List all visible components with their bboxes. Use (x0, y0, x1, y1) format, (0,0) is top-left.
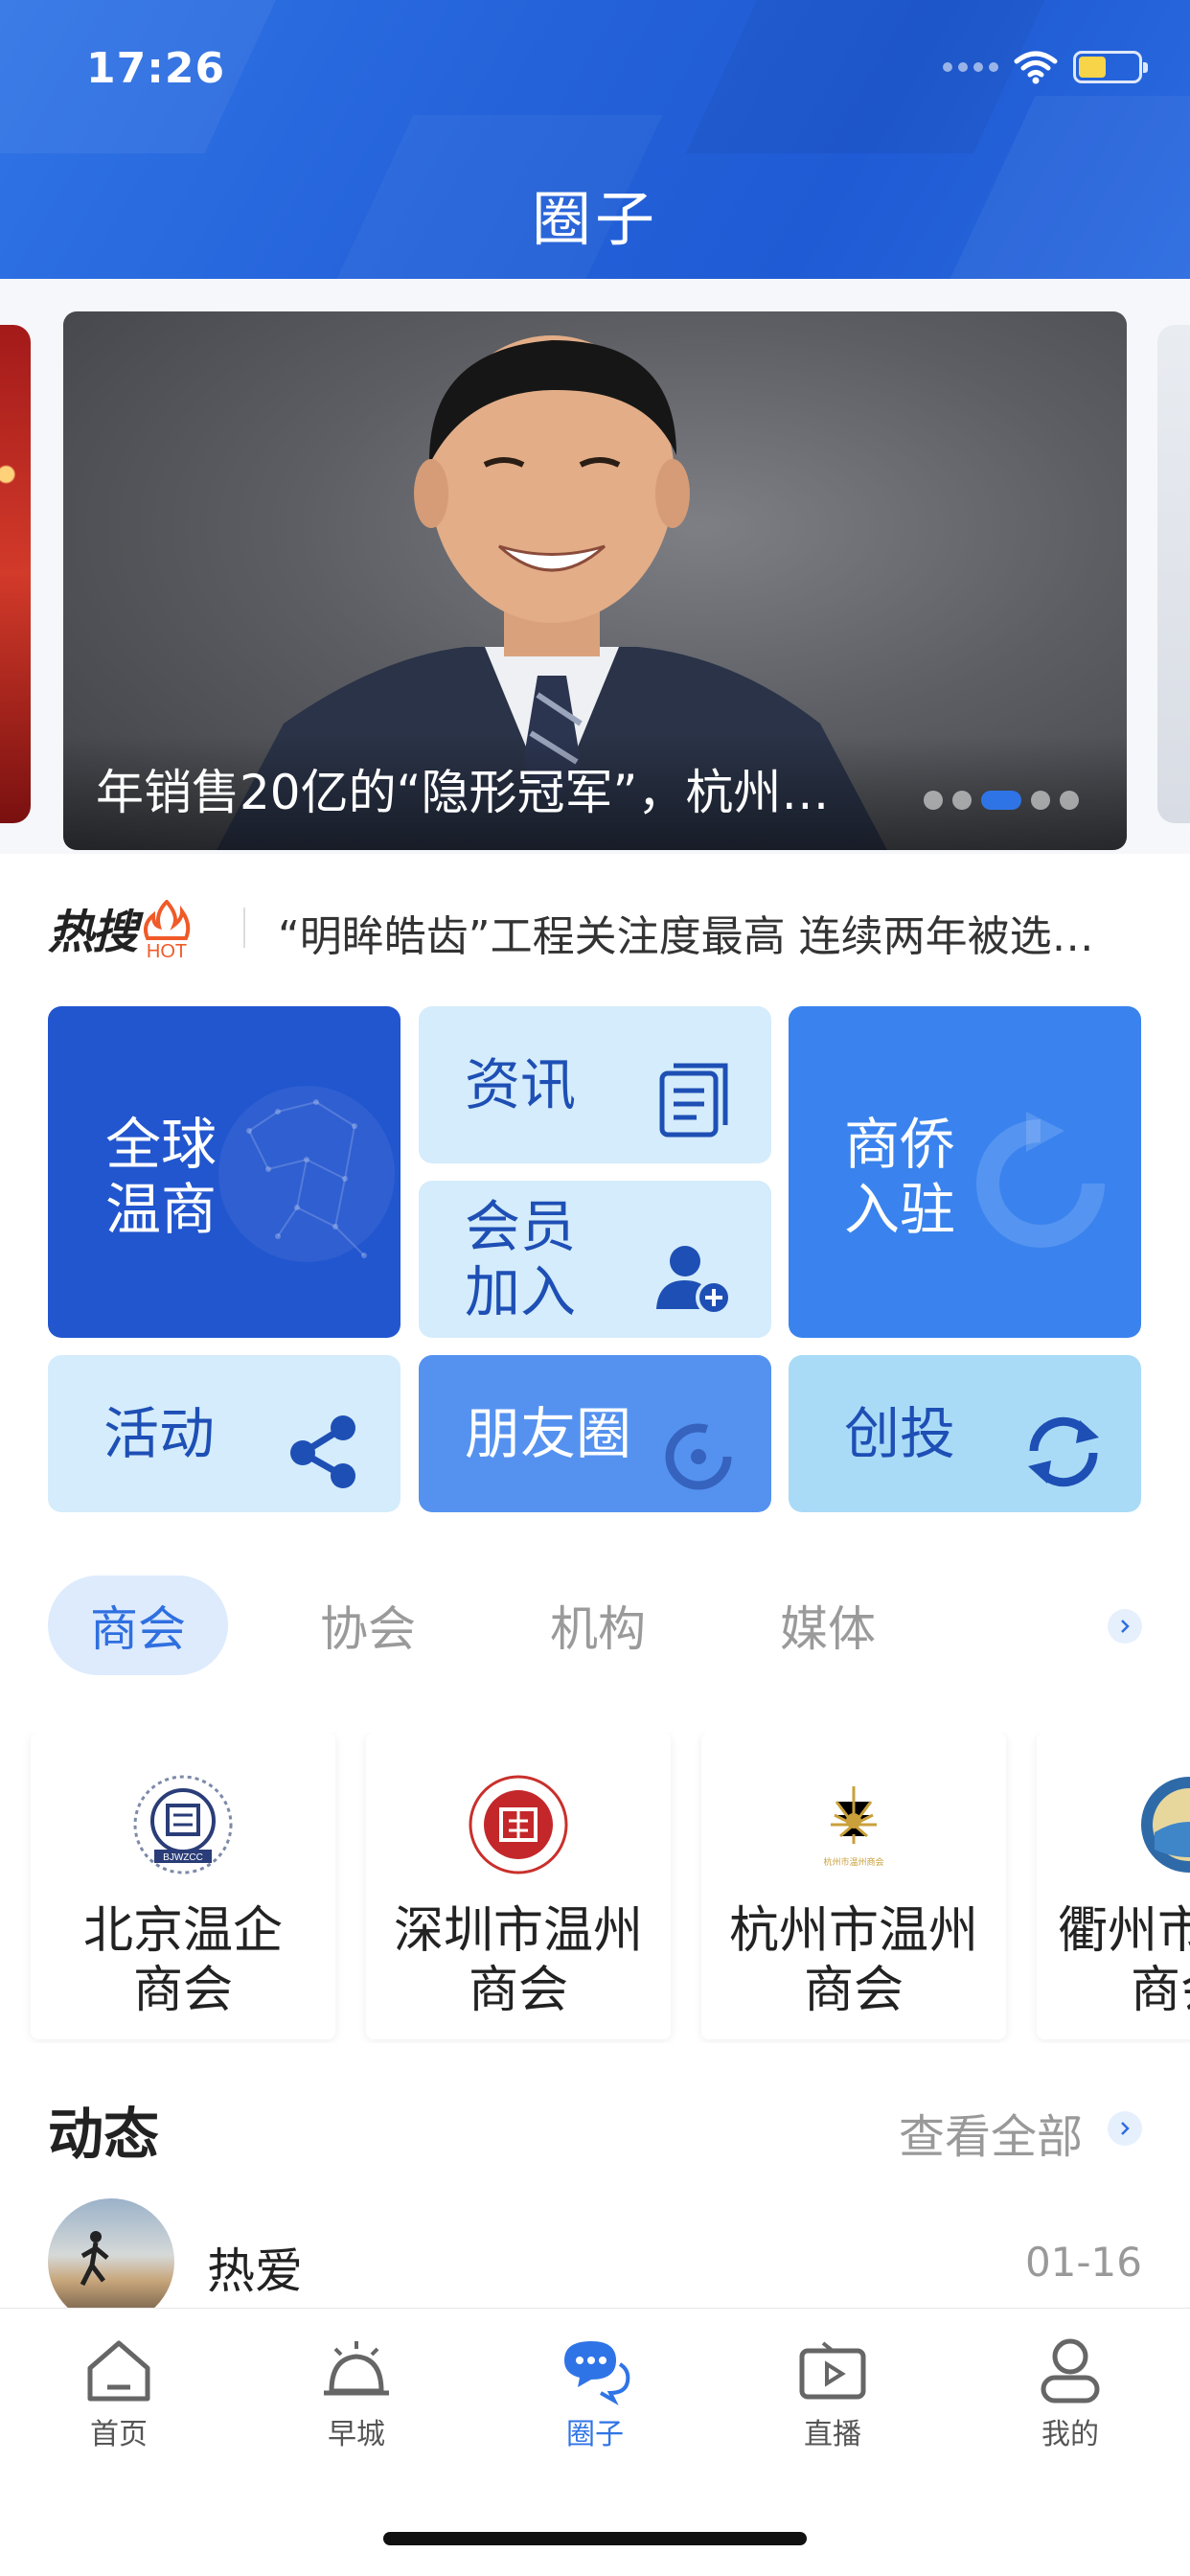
tile-label: 创投 (844, 1401, 956, 1466)
org-name-line2: 商会 (468, 1962, 568, 2019)
news-tile[interactable]: 资讯 (419, 1006, 771, 1163)
nav-circle[interactable]: 圈子 (476, 2335, 714, 2460)
org-name-line2: 商会 (803, 1962, 904, 2019)
carousel-dot[interactable] (952, 791, 972, 810)
cellular-signal-icon (943, 62, 998, 72)
tab-chamber-of-commerce[interactable]: 商会 (48, 1576, 228, 1675)
runner-avatar-image (80, 2231, 109, 2287)
org-card[interactable]: 衢州市 商会 (1037, 1733, 1190, 2039)
hot-search-headline[interactable]: “明眸皓齿”工程关注度最高 连续两年被选… (278, 902, 1159, 963)
org-logo: BJWZCC (133, 1775, 233, 1874)
tile-label: 资讯 (465, 1052, 577, 1117)
share-icon (290, 1415, 355, 1488)
org-name-line1: 衢州市 (1058, 1902, 1190, 1960)
page-title: 圈子 (531, 184, 658, 254)
global-wenzhou-merchants-tile[interactable]: 全球 温商 (48, 1006, 400, 1338)
org-logo (1141, 1777, 1190, 1873)
org-name-line1: 杭州市温州 (728, 1902, 978, 1960)
battery-icon (1073, 51, 1148, 83)
org-card[interactable]: BJWZCC 北京温企 商会 (31, 1733, 335, 2039)
nav-label: 早城 (328, 2418, 385, 2451)
chevron-right-icon (1121, 2122, 1130, 2135)
post-username[interactable]: 热爱 (207, 2233, 303, 2302)
section-title-dynamics: 动态 (48, 2102, 160, 2167)
chat-bubble-icon (564, 2341, 630, 2406)
view-all-arrow-button[interactable] (1108, 2111, 1142, 2146)
avatar[interactable] (48, 2198, 174, 2325)
carousel-dot[interactable] (1060, 791, 1079, 810)
nav-home[interactable]: 首页 (0, 2335, 238, 2460)
org-logo: 杭州市温州商会 (823, 1786, 884, 1868)
wifi-icon (1014, 51, 1058, 84)
carousel-pagination (924, 791, 1079, 810)
banner-slide[interactable]: 年销售20亿的“隐形冠军”，杭州… (63, 311, 1127, 850)
org-name-line1: 深圳市温州 (393, 1902, 643, 1960)
tile-label: 朋友圈 (465, 1401, 632, 1466)
tab-media[interactable]: 媒体 (738, 1576, 918, 1675)
tab-institution[interactable]: 机构 (508, 1576, 688, 1675)
hot-badge: HOT (147, 941, 187, 961)
post-date: 01-16 (1024, 2239, 1142, 2286)
divider (243, 908, 245, 948)
org-name-line2: 商会 (1131, 1962, 1190, 2019)
carousel-dot[interactable] (924, 791, 943, 810)
refresh-circle-icon (976, 1112, 1105, 1248)
document-icon (659, 1063, 728, 1138)
activities-tile[interactable]: 活动 (48, 1355, 400, 1512)
moments-tile[interactable]: 朋友圈 (419, 1355, 771, 1512)
organization-list: BJWZCC 北京温企 商会 深圳市温州 商会 杭州市温州商会 杭州市温州 商会… (0, 1733, 1190, 2043)
sync-arrows-icon (1028, 1416, 1099, 1487)
org-logo-text: BJWZCC (163, 1852, 203, 1863)
tile-label-line1: 全球 (105, 1112, 217, 1177)
nav-label: 我的 (1041, 2418, 1099, 2451)
banner-carousel[interactable]: 年销售20亿的“隐形冠军”，杭州… (0, 279, 1190, 854)
category-tabs: 商会 协会 机构 媒体 (0, 1568, 1190, 1683)
add-user-icon (656, 1246, 732, 1316)
home-indicator[interactable] (383, 2532, 807, 2545)
user-icon (1041, 2338, 1100, 2404)
tile-label-line2: 入驻 (844, 1177, 956, 1242)
join-membership-tile[interactable]: 会员 加入 (419, 1181, 771, 1338)
camera-shutter-icon (665, 1423, 732, 1490)
org-logo-text: 杭州市温州商会 (823, 1856, 883, 1868)
venture-investment-tile[interactable]: 创投 (789, 1355, 1141, 1512)
org-name-line2: 商会 (132, 1962, 233, 2019)
tile-label: 活动 (103, 1401, 216, 1466)
nav-label: 首页 (90, 2418, 148, 2451)
hot-search-logo-text: 热搜 (48, 906, 138, 959)
hot-search-bar[interactable]: 热搜 HOT “明眸皓齿”工程关注度最高 连续两年被选… (0, 854, 1190, 998)
banner-caption: 年销售20亿的“隐形冠军”，杭州… (96, 765, 830, 820)
app-header: 17:26 圈子 (0, 0, 1190, 279)
live-tv-icon (799, 2341, 866, 2400)
status-icons (943, 50, 1148, 84)
tile-label-line1: 商侨 (844, 1112, 956, 1177)
alarm-bell-icon (324, 2341, 389, 2396)
hot-search-logo: 热搜 HOT (48, 894, 194, 962)
overseas-merchants-settle-tile[interactable]: 商侨 入驻 (789, 1006, 1141, 1338)
nav-me[interactable]: 我的 (951, 2335, 1189, 2460)
next-slide-peek[interactable] (1157, 325, 1190, 823)
tab-association[interactable]: 协会 (278, 1576, 458, 1675)
previous-slide-peek[interactable] (0, 325, 31, 823)
home-icon (87, 2340, 150, 2402)
tile-label-line1: 会员 (465, 1194, 577, 1259)
globe-network-icon (218, 1086, 395, 1262)
carousel-dot-active[interactable] (981, 791, 1021, 810)
flame-icon: HOT (140, 899, 194, 962)
org-card[interactable]: 深圳市温州 商会 (366, 1733, 671, 2039)
chevron-right-icon (1121, 1620, 1130, 1633)
tabs-more-button[interactable] (1108, 1609, 1142, 1644)
org-logo (469, 1775, 568, 1874)
org-name-line1: 北京温企 (82, 1902, 283, 1960)
nav-label: 直播 (804, 2418, 861, 2451)
view-all-link[interactable]: 查看全部 (899, 2099, 1083, 2166)
nav-live[interactable]: 直播 (714, 2335, 951, 2460)
status-time: 17:26 (86, 44, 226, 93)
nav-label: 圈子 (566, 2418, 624, 2451)
carousel-dot[interactable] (1031, 791, 1050, 810)
tile-label-line2: 加入 (465, 1259, 577, 1324)
nav-morning-city[interactable]: 早城 (238, 2335, 475, 2460)
org-card[interactable]: 杭州市温州商会 杭州市温州 商会 (701, 1733, 1006, 2039)
tile-label-line2: 温商 (105, 1177, 217, 1242)
